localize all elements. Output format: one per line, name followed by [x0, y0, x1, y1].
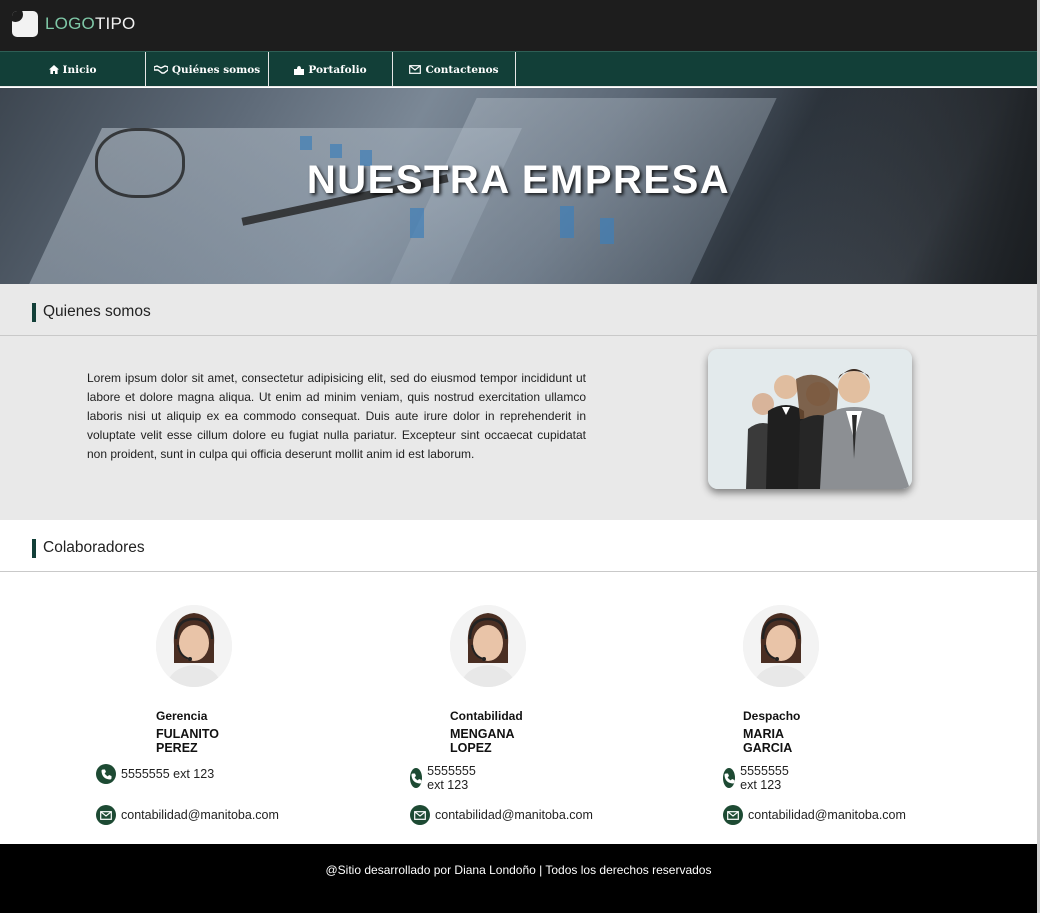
avatar [743, 605, 819, 687]
hero-chart-bar [560, 206, 574, 238]
collaborator-role: Despacho [743, 709, 801, 723]
mail-icon [410, 805, 430, 825]
collaborators-section: Colaboradores Gerencia FULANITO PEREZ 55… [0, 520, 1037, 844]
phone-icon [410, 768, 423, 788]
avatar [450, 605, 526, 687]
mail-icon [723, 805, 743, 825]
nav-item-label: Quiénes somos [171, 63, 261, 76]
nav-item-quienes-somos[interactable]: Quiénes somos [146, 52, 269, 87]
nav-item-portafolio[interactable]: Portafolio [269, 52, 393, 87]
nav-item-label: Contactenos [425, 63, 499, 76]
team-photo [708, 349, 912, 489]
section-header: Quienes somos [0, 284, 1037, 336]
phone-text: 5555555 ext 123 [427, 764, 476, 792]
nav-item-contactenos[interactable]: Contactenos [393, 52, 516, 87]
collaborator-email[interactable]: contabilidad@manitoba.com [723, 805, 906, 825]
logo-text: LOGOTIPO [45, 14, 135, 34]
collaborator-role: Contabilidad [450, 709, 523, 723]
email-text: contabilidad@manitoba.com [748, 808, 906, 822]
footer-text: @Sitio desarrollado por Diana Londoño | … [325, 863, 712, 877]
section-accent-bar [32, 303, 36, 322]
collaborator-phone[interactable]: 5555555 ext 123 [410, 764, 484, 792]
home-icon [48, 65, 59, 74]
collaborator-phone[interactable]: 5555555 ext 123 [723, 764, 797, 792]
puzzle-icon [294, 65, 305, 75]
logo[interactable]: LOGOTIPO [12, 11, 135, 37]
logo-text-part1: LOGO [45, 14, 95, 33]
logo-text-part2: TIPO [94, 14, 136, 33]
email-text: contabilidad@manitoba.com [435, 808, 593, 822]
section-title: Quienes somos [43, 303, 151, 320]
collaborator-email[interactable]: contabilidad@manitoba.com [410, 805, 593, 825]
about-paragraph: Lorem ipsum dolor sit amet, consectetur … [87, 371, 586, 461]
footer: @Sitio desarrollado por Diana Londoño | … [0, 844, 1037, 913]
hero-banner: NUESTRA EMPRESA [0, 88, 1037, 284]
hero-chart-bar [330, 144, 342, 158]
hero-chart-bar [300, 136, 312, 150]
phone-icon [723, 768, 736, 788]
handshake-icon [153, 65, 168, 74]
about-section: Quienes somos Lorem ipsum dolor sit amet… [0, 284, 1037, 520]
collaborator-name: MARIA GARCIA [743, 727, 793, 755]
nav-item-inicio[interactable]: Inicio [0, 52, 146, 87]
collaborator-card: Despacho MARIA GARCIA 5555555 ext 123 co… [0, 520, 906, 844]
main-nav: Inicio Quiénes somos Portafolio Contacte… [0, 51, 1037, 87]
collaborator-name: MENGANA LOPEZ [450, 727, 515, 755]
nav-item-label: Portafolio [308, 63, 367, 76]
hero-chart-bar [600, 218, 614, 244]
envelope-icon [409, 65, 422, 74]
hero-title: NUESTRA EMPRESA [306, 158, 731, 202]
logo-mark-icon [12, 11, 38, 37]
phone-text: 5555555 ext 123 [740, 764, 789, 792]
hero-chart-bar [410, 208, 424, 238]
header-bar: LOGOTIPO [0, 0, 1037, 51]
nav-item-label: Inicio [62, 63, 97, 76]
